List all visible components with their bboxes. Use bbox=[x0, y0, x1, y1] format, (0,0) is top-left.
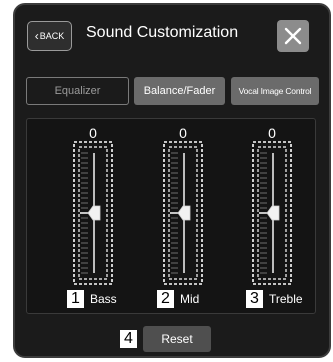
treble-slider[interactable] bbox=[252, 141, 292, 285]
bass-slider[interactable] bbox=[73, 141, 113, 285]
bass-label-group: 1 Bass bbox=[67, 290, 117, 308]
treble-value: 0 bbox=[268, 125, 276, 141]
callout-number: 4 bbox=[120, 330, 137, 348]
callout-number: 2 bbox=[157, 290, 174, 308]
slider-knob bbox=[177, 205, 191, 221]
reset-group: 4 Reset bbox=[120, 326, 211, 352]
tab-equalizer[interactable]: Equalizer bbox=[26, 77, 129, 105]
back-label: BACK bbox=[39, 31, 65, 41]
back-button[interactable]: ‹ BACK bbox=[27, 21, 72, 51]
slider-graphic bbox=[252, 141, 292, 285]
mid-slider[interactable] bbox=[163, 141, 203, 285]
close-icon bbox=[284, 27, 302, 45]
treble-label-group: 3 Treble bbox=[246, 290, 303, 308]
tab-balance-fader[interactable]: Balance/Fader bbox=[134, 77, 225, 105]
tab-bar: Equalizer Balance/Fader Vocal Image Cont… bbox=[26, 77, 319, 105]
chevron-left-icon: ‹ bbox=[34, 29, 39, 43]
slider-knob bbox=[87, 205, 101, 221]
close-button[interactable] bbox=[277, 20, 309, 52]
bass-label: Bass bbox=[90, 292, 117, 306]
page-title: Sound Customization bbox=[86, 24, 239, 41]
tab-vocal-image-control[interactable]: Vocal Image Control bbox=[231, 77, 319, 105]
mid-value: 0 bbox=[179, 125, 187, 141]
slider-knob bbox=[266, 205, 280, 221]
slider-graphic bbox=[73, 141, 113, 285]
callout-number: 3 bbox=[246, 290, 263, 308]
mid-label-group: 2 Mid bbox=[157, 290, 199, 308]
slider-graphic bbox=[163, 141, 203, 285]
mid-label: Mid bbox=[180, 292, 200, 306]
reset-button[interactable]: Reset bbox=[143, 326, 211, 352]
treble-label: Treble bbox=[269, 292, 303, 306]
callout-number: 1 bbox=[67, 290, 84, 308]
bass-value: 0 bbox=[89, 125, 97, 141]
